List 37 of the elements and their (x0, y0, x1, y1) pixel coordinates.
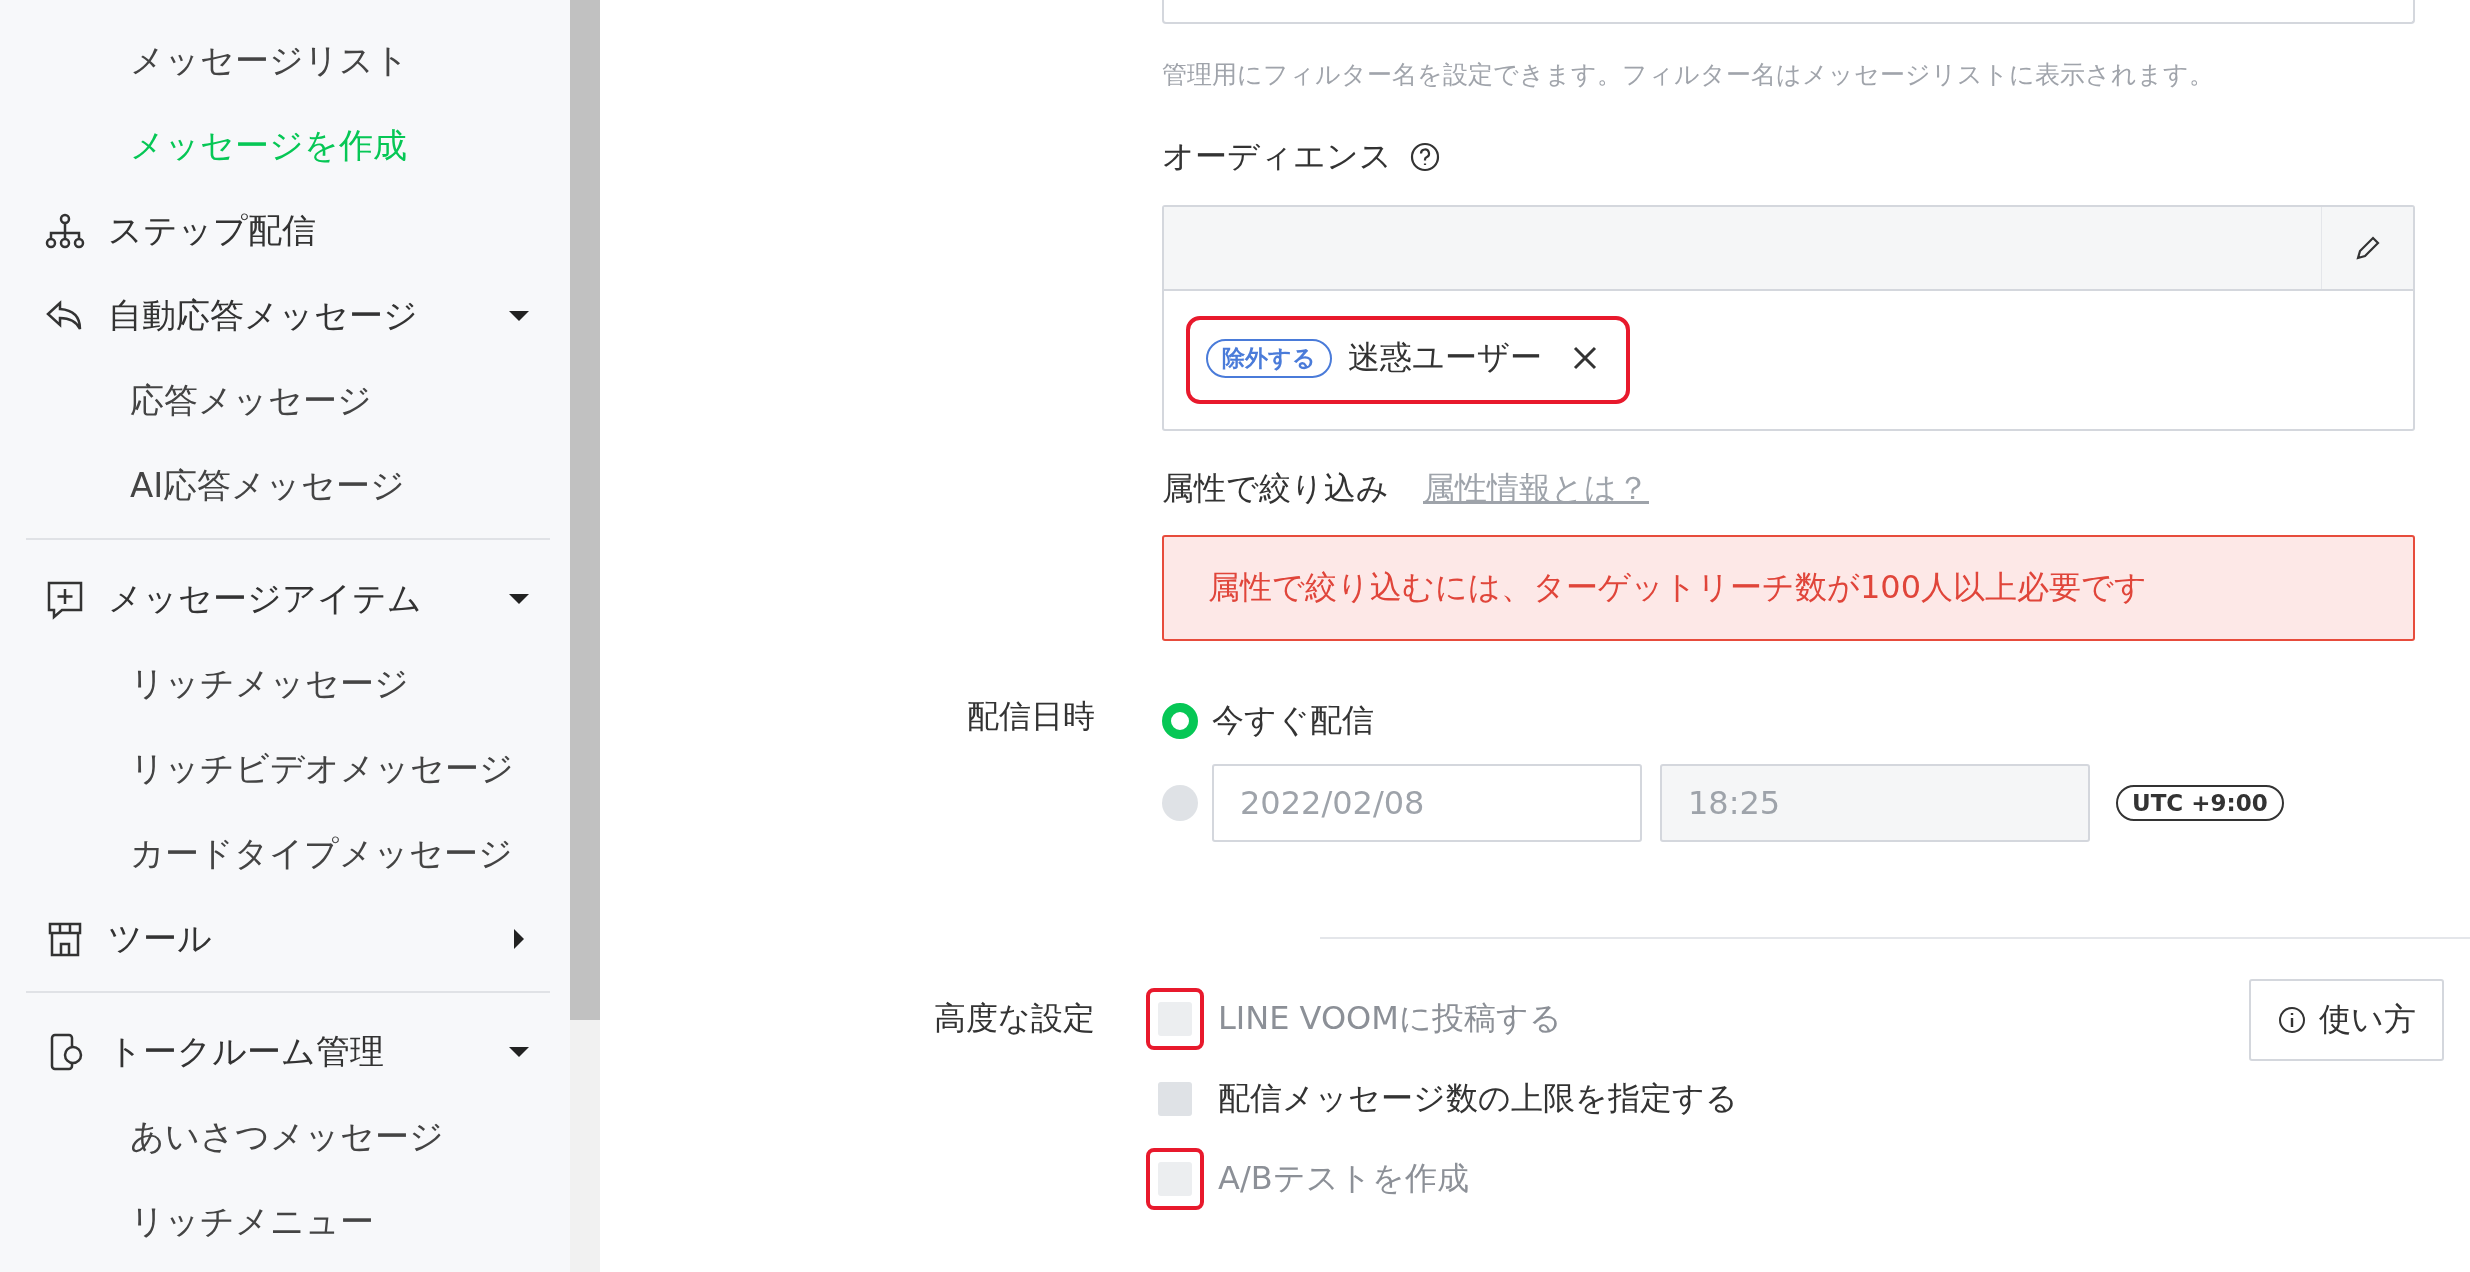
input-field[interactable] (1162, 0, 2415, 24)
section-label: オーディエンス (1162, 136, 1392, 177)
sidebar-item[interactable]: あいさつメッセージ (26, 1094, 444, 1179)
scrollbar[interactable] (570, 0, 600, 1272)
section-label: 属性で絞り込み (1162, 468, 1389, 509)
sidebar-item[interactable]: トークルーム管理 (26, 1009, 550, 1094)
option-label: LINE VOOMに投稿する (1218, 998, 1562, 1039)
timezone-badge: UTC +9:00 (2116, 785, 2284, 821)
radio-button[interactable] (1162, 785, 1198, 821)
exclude-badge: 除外する (1206, 338, 1332, 378)
sidebar-item[interactable]: カードタイプメッセージ (26, 811, 513, 896)
hint-text: 管理用にフィルター名を設定できます。フィルター名はメッセージリストに表示されます。 (1162, 59, 2215, 91)
sidebar-item[interactable]: ツール (26, 896, 550, 981)
sidebar-item[interactable]: リッチメッセージ (26, 641, 409, 726)
option-label: 配信メッセージ数の上限を指定する (1218, 1078, 1738, 1119)
sidebar-item[interactable]: メッセージアイテム (26, 556, 550, 641)
radio-button[interactable] (1162, 703, 1198, 739)
close-icon (1572, 345, 1598, 371)
help-icon[interactable] (1410, 142, 1440, 172)
error-message: 属性で絞り込むには、ターゲットリーチ数が100人以上必要です (1162, 535, 2415, 641)
sidebar-item[interactable]: ステップ配信 (26, 188, 550, 273)
option-label: 今すぐ配信 (1212, 700, 1374, 741)
checkbox-option[interactable]: 配信メッセージ数の上限を指定する (1146, 1059, 1738, 1139)
checkbox[interactable] (1158, 1082, 1192, 1116)
sidebar-item[interactable]: メッセージリスト (26, 18, 409, 103)
option-label: A/Bテストを作成 (1218, 1158, 1469, 1199)
field-label: 配信日時 (966, 696, 1095, 737)
help-button[interactable]: 使い方 (2249, 979, 2444, 1061)
field-label: 高度な設定 (933, 998, 1095, 1039)
sidebar-item[interactable]: 自動応答メッセージ (26, 273, 550, 358)
sidebar-item[interactable]: リッチビデオメッセージ (26, 726, 514, 811)
sidebar-item[interactable]: 応答メッセージ (26, 358, 372, 443)
sidebar-item[interactable]: AI応答メッセージ (26, 443, 406, 528)
audience-tag: 迷惑ユーザー (1348, 336, 1542, 380)
sidebar-item[interactable]: リッチメニュー (26, 1179, 374, 1264)
radio-option[interactable]: 今すぐ配信 (1162, 691, 1374, 751)
info-icon (2277, 1005, 2307, 1035)
